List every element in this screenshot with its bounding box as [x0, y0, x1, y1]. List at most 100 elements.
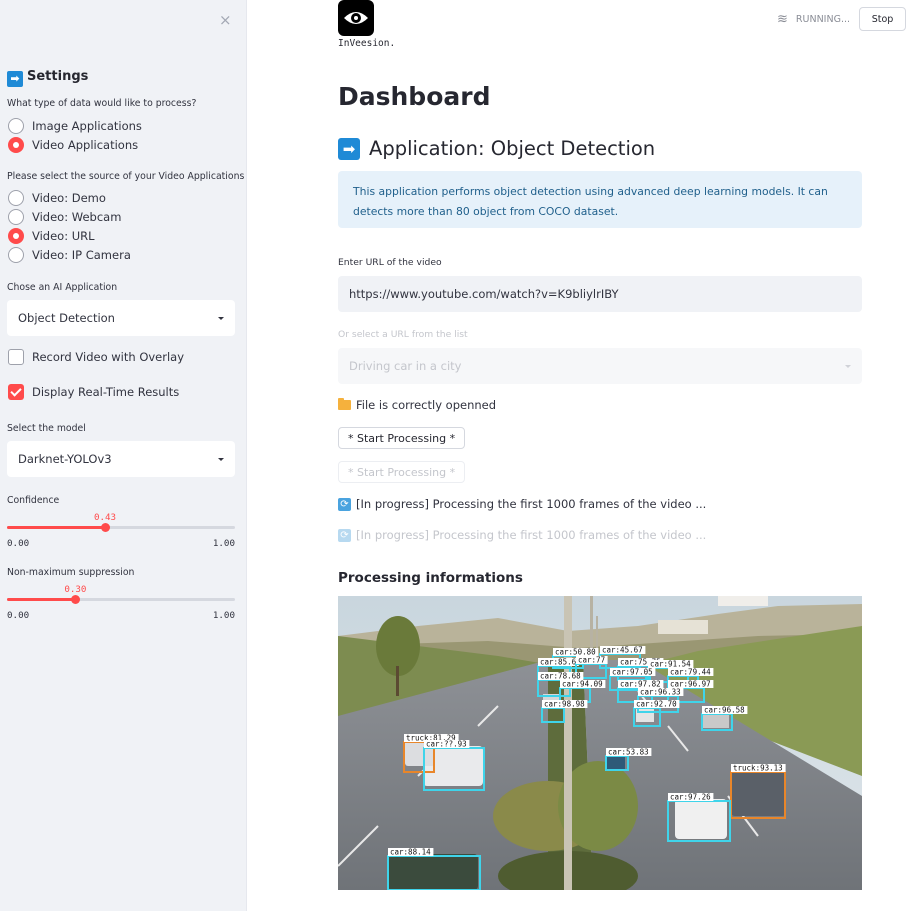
- radio-label: Video: URL: [32, 229, 95, 243]
- slider-value: 0.43: [93, 512, 117, 523]
- slider-max: 1.00: [212, 610, 235, 621]
- start-processing-button-disabled: * Start Processing *: [338, 461, 466, 483]
- radio-label: Image Applications: [32, 119, 142, 133]
- detection-label: truck:93.13: [733, 764, 783, 773]
- file-status: File is correctly openned: [338, 398, 496, 412]
- detection-label: car:77: [578, 656, 605, 665]
- radio-button-selected: [8, 137, 24, 153]
- detection-label: car:79.44: [670, 668, 711, 677]
- chevron-down-icon: [218, 316, 224, 320]
- detection-label: car:88.14: [390, 848, 431, 857]
- model-select[interactable]: Darknet-YOLOv3: [7, 441, 235, 477]
- detection-label: car:85.6: [540, 658, 577, 667]
- detection-label: car:98.98: [544, 700, 585, 709]
- arrow-right-icon: ➡: [7, 71, 23, 87]
- running-label: RUNNING...: [795, 14, 851, 25]
- folder-icon: [338, 398, 351, 410]
- page-title: Dashboard: [338, 82, 491, 111]
- detection-label: car:92.70: [636, 700, 677, 709]
- radio-button-selected: [8, 228, 24, 244]
- detection-label: car:97.05: [612, 668, 653, 677]
- running-status: ≋ RUNNING...: [777, 12, 850, 27]
- progress-status-dim: ⟳ [In progress] Processing the first 1000…: [338, 528, 706, 542]
- radio-button: [8, 190, 24, 206]
- detection-label: car:45.67: [602, 646, 643, 655]
- info-box: This application performs object detecti…: [338, 171, 862, 228]
- settings-heading: ➡ Settings: [7, 69, 88, 87]
- radio-button: [8, 209, 24, 225]
- detection-label: car:97.26: [670, 793, 711, 802]
- checkbox-box-checked: [8, 384, 24, 400]
- data-type-label: What type of data would like to process?: [7, 98, 197, 109]
- detection-label: car:??.93: [426, 740, 467, 749]
- checkbox-label: Record Video with Overlay: [32, 350, 185, 364]
- checkbox-box: [8, 349, 24, 365]
- slider-max: 1.00: [212, 538, 235, 549]
- radio-video-demo[interactable]: Video: Demo: [8, 190, 106, 206]
- nms-label: Non-maximum suppression: [7, 567, 135, 578]
- radio-image-applications[interactable]: Image Applications: [8, 118, 142, 134]
- close-icon[interactable]: ×: [219, 11, 232, 29]
- ai-app-label: Chose an AI Application: [7, 282, 118, 293]
- url-input[interactable]: https://www.youtube.com/watch?v=K9bliylr…: [338, 276, 862, 312]
- radio-button: [8, 247, 24, 263]
- arrow-right-icon: ➡: [338, 137, 360, 160]
- swimmer-icon: ≋: [777, 12, 788, 27]
- section-title: Processing informations: [338, 570, 523, 586]
- checkbox-label: Display Real-Time Results: [32, 385, 180, 399]
- refresh-icon: ⟳: [338, 528, 351, 542]
- radio-button: [8, 118, 24, 134]
- stop-button[interactable]: Stop: [859, 7, 906, 31]
- chevron-down-icon: [845, 364, 851, 368]
- radio-video-applications[interactable]: Video Applications: [8, 137, 138, 153]
- start-processing-button[interactable]: * Start Processing *: [338, 427, 466, 449]
- slider-thumb[interactable]: [70, 595, 80, 604]
- slider-thumb[interactable]: [100, 523, 110, 532]
- detection-label: car:96.58: [704, 706, 745, 715]
- slider-fill: [7, 526, 106, 529]
- radio-video-webcam[interactable]: Video: Webcam: [8, 209, 121, 225]
- detection-label: car:96.33: [640, 688, 681, 697]
- url-list-label: Or select a URL from the list: [338, 329, 468, 340]
- app-subtitle-label: Application: Object Detection: [369, 137, 656, 160]
- video-frame-image: car:50.80 car:45.67car:85.6 car:77 car:75.7…: [338, 596, 862, 890]
- detection-label: car:94.09: [562, 680, 603, 689]
- settings-heading-label: Settings: [27, 69, 89, 84]
- url-label: Enter URL of the video: [338, 257, 442, 268]
- radio-label: Video Applications: [32, 138, 139, 152]
- confidence-label: Confidence: [7, 495, 60, 506]
- ai-app-select[interactable]: Object Detection: [7, 300, 235, 336]
- model-value: Darknet-YOLOv3: [18, 452, 112, 466]
- confidence-slider[interactable]: 0.43 0.00 1.00: [7, 512, 235, 554]
- refresh-icon: ⟳: [338, 497, 351, 511]
- display-results-checkbox[interactable]: Display Real-Time Results: [8, 384, 179, 400]
- url-list-select: Driving car in a city: [338, 348, 862, 384]
- logo-text: InVeesion.: [338, 38, 396, 49]
- radio-label: Video: IP Camera: [32, 248, 131, 262]
- url-list-value: Driving car in a city: [349, 359, 462, 373]
- radio-label: Video: Demo: [32, 191, 106, 205]
- record-video-checkbox[interactable]: Record Video with Overlay: [8, 349, 184, 365]
- radio-video-url[interactable]: Video: URL: [8, 228, 95, 244]
- app-subtitle: ➡ Application: Object Detection: [338, 137, 655, 160]
- detection-label: car:53.83: [608, 748, 649, 757]
- progress-status: ⟳ [In progress] Processing the first 1000…: [338, 497, 706, 511]
- source-label: Please select the source of your Video A…: [7, 171, 245, 182]
- slider-min: 0.00: [7, 538, 30, 549]
- file-status-label: File is correctly openned: [356, 398, 497, 412]
- radio-label: Video: Webcam: [32, 210, 122, 224]
- main-content: InVeesion. ≋ RUNNING... Stop Dashboard ➡ A…: [247, 0, 911, 911]
- slider-value: 0.30: [64, 584, 87, 595]
- radio-video-ip-camera[interactable]: Video: IP Camera: [8, 247, 131, 263]
- slider-fill: [7, 598, 76, 601]
- chevron-down-icon: [218, 457, 224, 461]
- video-frame: car:50.80 car:45.67 car:85.6 car:77 car:75.7…: [338, 596, 862, 890]
- progress-label: [In progress] Processing the first 1000 …: [356, 497, 707, 511]
- model-label: Select the model: [7, 423, 86, 434]
- progress-label-dim: [In progress] Processing the first 1000 …: [356, 528, 707, 542]
- nms-slider[interactable]: 0.30 0.00 1.00: [7, 584, 235, 626]
- slider-min: 0.00: [7, 610, 30, 621]
- sidebar: × ➡ Settings What type of data would like…: [0, 0, 247, 911]
- ai-app-value: Object Detection: [18, 311, 115, 325]
- eye-logo-icon: [338, 0, 374, 36]
